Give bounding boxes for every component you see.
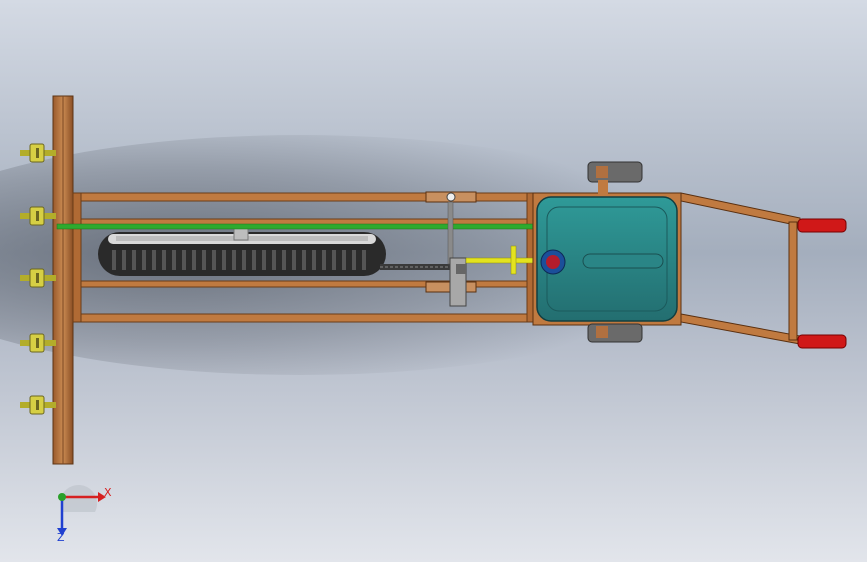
linkage-rod[interactable]	[447, 201, 454, 265]
chemical-tank[interactable]	[532, 192, 682, 326]
wheel[interactable]	[98, 225, 386, 276]
cad-viewport[interactable]: X Z	[0, 0, 867, 562]
handle-grip-top[interactable]	[797, 218, 847, 233]
tank-mount-bottom[interactable]	[587, 323, 643, 343]
assembly-top-view[interactable]: X Z	[0, 0, 867, 562]
handle-grip-bottom[interactable]	[797, 334, 847, 349]
z-axis-label: Z	[57, 531, 65, 544]
x-axis-label: X	[104, 486, 112, 499]
drive-chain[interactable]	[380, 264, 460, 270]
upper-bearing[interactable]	[425, 191, 477, 203]
